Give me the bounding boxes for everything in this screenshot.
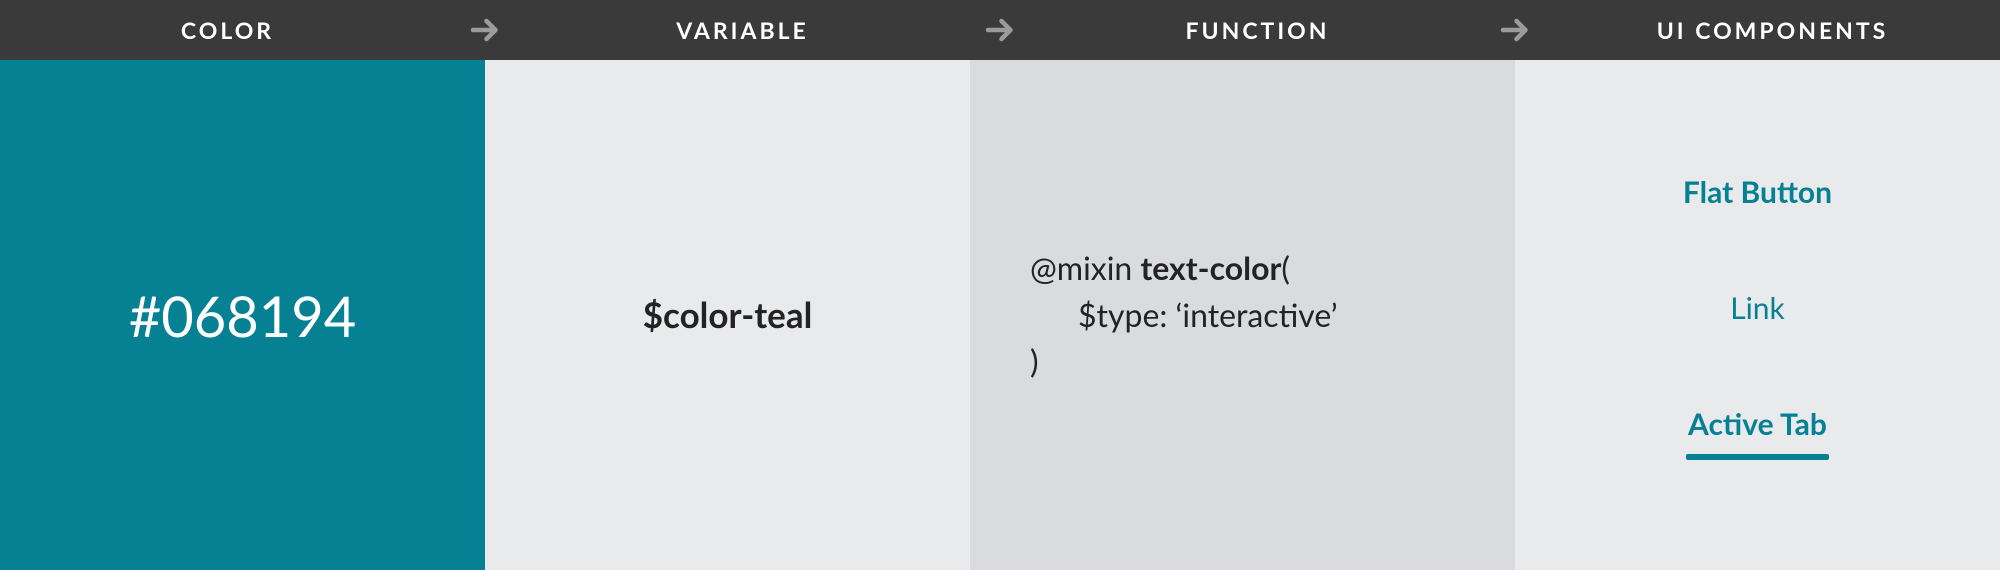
active-tab-example[interactable]: Active Tab — [1688, 406, 1827, 456]
mixin-paren-open: ( — [1281, 248, 1290, 287]
header-bar: COLOR VARIABLE FUNCTION UI COMPONENTS — [0, 0, 2000, 60]
mixin-argument: $type: ‘interactive’ — [1030, 292, 1338, 338]
header-ui-components: UI COMPONENTS — [1545, 16, 2000, 44]
arrow-right-icon — [970, 12, 1030, 48]
color-hex-label: #068194 — [129, 282, 356, 349]
mixin-name: text-color — [1140, 248, 1281, 287]
variable-panel: $color-teal — [485, 60, 970, 570]
function-panel: @mixin text-color( $type: ‘interactive’ … — [970, 60, 1515, 570]
mixin-keyword: @mixin — [1030, 248, 1140, 287]
color-swatch: #068194 — [0, 60, 485, 570]
content-row: #068194 $color-teal @mixin text-color( $… — [0, 60, 2000, 570]
header-variable: VARIABLE — [515, 16, 970, 44]
mixin-paren-close: ) — [1030, 338, 1338, 384]
arrow-right-icon — [455, 12, 515, 48]
arrow-right-icon — [1485, 12, 1545, 48]
mixin-code: @mixin text-color( $type: ‘interactive’ … — [1030, 245, 1338, 384]
link-example[interactable]: Link — [1730, 290, 1785, 326]
ui-components-panel: Flat Button Link Active Tab — [1515, 60, 2000, 570]
header-function: FUNCTION — [1030, 16, 1485, 44]
header-color: COLOR — [0, 16, 455, 44]
flat-button-example[interactable]: Flat Button — [1683, 174, 1832, 210]
variable-name: $color-teal — [643, 294, 813, 336]
